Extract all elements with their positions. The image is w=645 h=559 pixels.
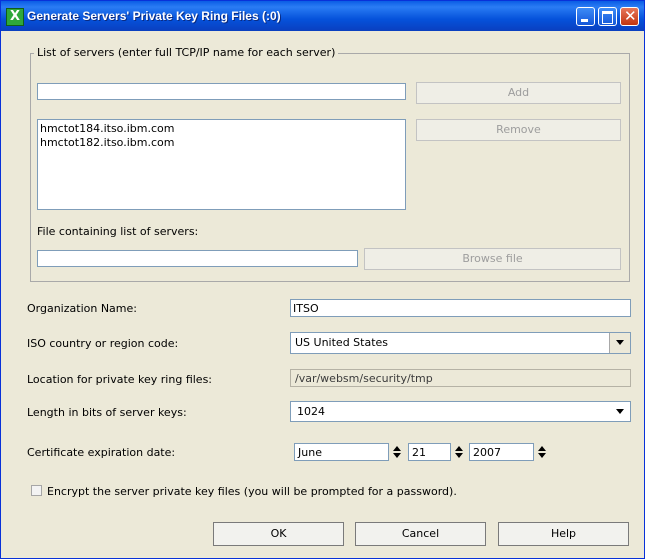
expiry-month-field[interactable]: June: [294, 443, 389, 461]
key-length-select[interactable]: 1024: [290, 401, 631, 422]
dialog-window: X Generate Servers' Private Key Ring Fil…: [0, 0, 645, 559]
help-button[interactable]: Help: [498, 522, 629, 546]
servers-list[interactable]: hmctot184.itso.ibm.com hmctot182.itso.ib…: [37, 119, 406, 210]
remove-button[interactable]: Remove: [416, 119, 621, 141]
encrypt-label: Encrypt the server private key files (yo…: [47, 485, 457, 498]
location-label: Location for private key ring files:: [27, 373, 213, 386]
key-length-label: Length in bits of server keys:: [27, 406, 187, 419]
app-icon: X: [6, 8, 24, 26]
key-length-value: 1024: [297, 405, 325, 418]
spin-up-icon[interactable]: [391, 444, 403, 452]
cancel-button[interactable]: Cancel: [355, 522, 486, 546]
chevron-down-icon[interactable]: [616, 409, 624, 414]
chevron-down-icon: [616, 340, 624, 345]
browse-file-button[interactable]: Browse file: [364, 248, 621, 270]
spin-down-icon[interactable]: [391, 452, 403, 460]
country-label: ISO country or region code:: [27, 337, 179, 350]
list-item[interactable]: hmctot184.itso.ibm.com: [39, 122, 404, 136]
country-value: US United States: [295, 336, 389, 349]
close-button[interactable]: ✕: [620, 7, 639, 26]
list-item[interactable]: hmctot182.itso.ibm.com: [39, 136, 404, 150]
ok-button[interactable]: OK: [213, 522, 344, 546]
country-select[interactable]: US United States: [290, 332, 631, 354]
minimize-icon: [581, 19, 588, 22]
spin-up-icon[interactable]: [453, 444, 465, 452]
expiry-year-field[interactable]: 2007: [469, 443, 534, 461]
file-list-input[interactable]: [37, 250, 358, 267]
add-button[interactable]: Add: [416, 82, 621, 104]
title-bar[interactable]: X Generate Servers' Private Key Ring Fil…: [1, 1, 644, 31]
maximize-icon: [602, 11, 613, 24]
country-dropdown-button[interactable]: [609, 333, 630, 353]
expiry-day-field[interactable]: 21: [408, 443, 451, 461]
minimize-button[interactable]: [576, 7, 595, 26]
maximize-button[interactable]: [598, 7, 617, 26]
close-icon: ✕: [624, 7, 637, 25]
spin-down-icon[interactable]: [453, 452, 465, 460]
encrypt-checkbox[interactable]: [31, 485, 42, 496]
expiry-month-spinner[interactable]: June: [294, 443, 403, 461]
expiry-label: Certificate expiration date:: [27, 446, 176, 459]
server-name-input[interactable]: [37, 83, 406, 100]
spin-down-icon[interactable]: [536, 452, 548, 460]
organization-label: Organization Name:: [27, 302, 137, 315]
servers-group-label: List of servers (enter full TCP/IP name …: [34, 46, 339, 59]
file-list-label: File containing list of servers:: [37, 225, 199, 238]
window-title: Generate Servers' Private Key Ring Files…: [27, 9, 281, 23]
organization-input[interactable]: ITSO: [290, 299, 631, 317]
expiry-year-spinner[interactable]: 2007: [469, 443, 548, 461]
location-field: /var/websm/security/tmp: [290, 369, 631, 387]
spin-up-icon[interactable]: [536, 444, 548, 452]
expiry-day-spinner[interactable]: 21: [408, 443, 465, 461]
